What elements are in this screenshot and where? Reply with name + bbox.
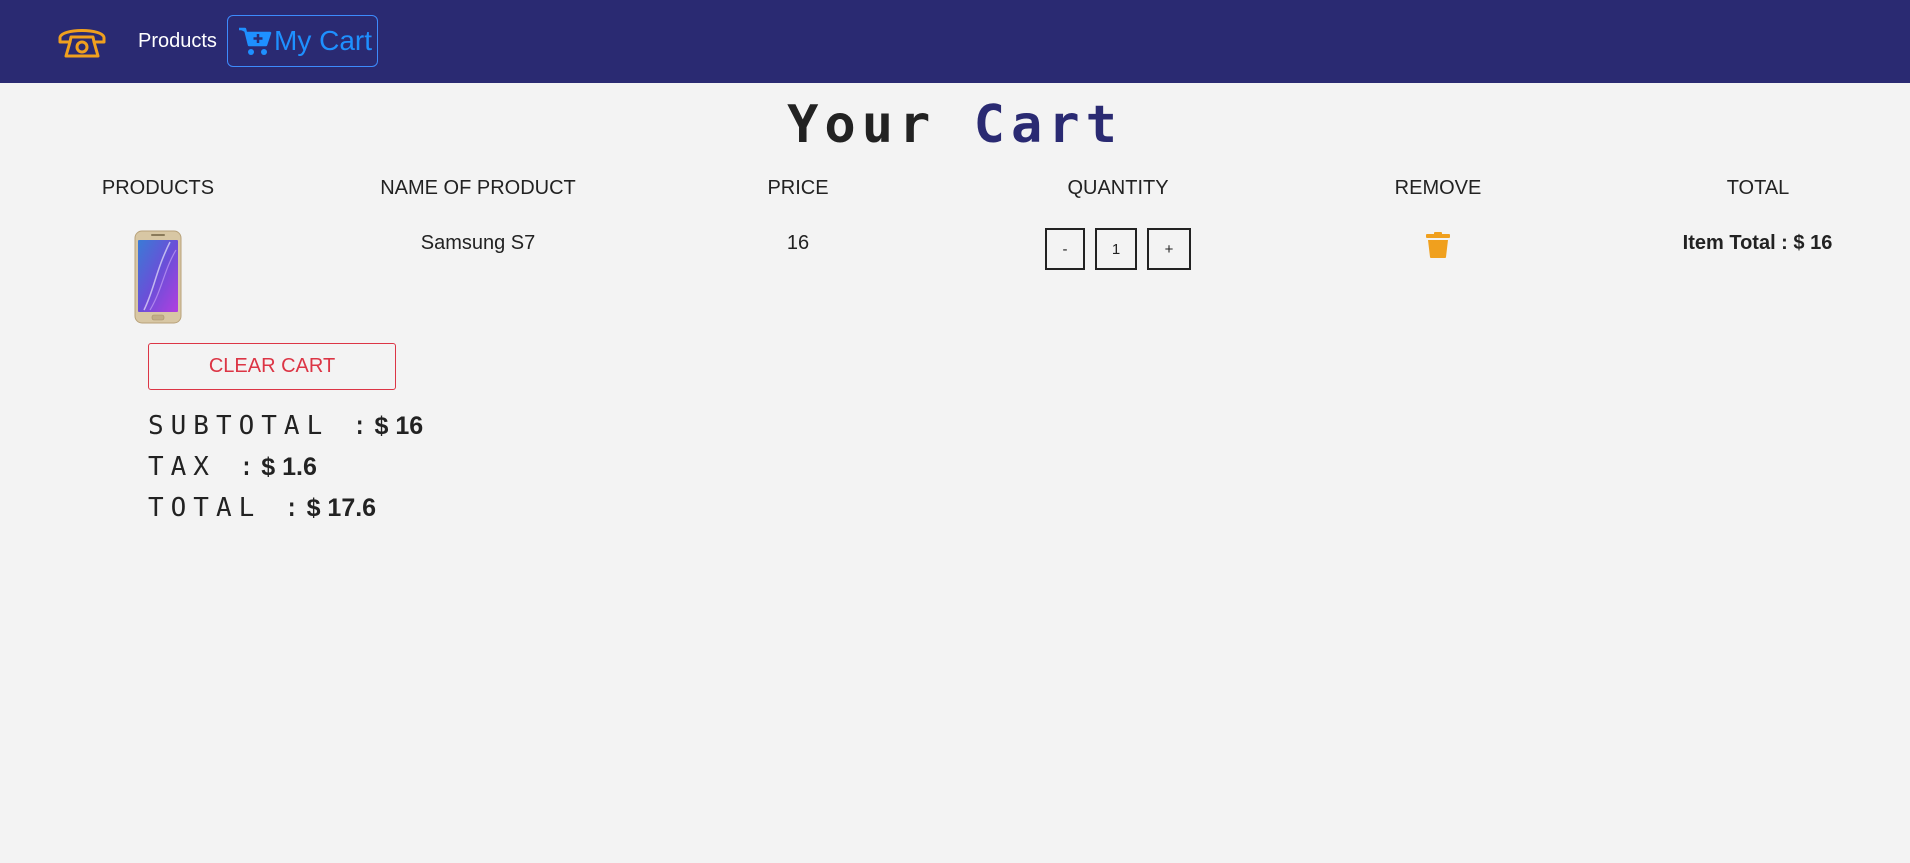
page-title-part1: Your [787, 95, 937, 155]
subtotal-line: SUBTOTAL :$ 16 [148, 410, 423, 441]
decrement-button[interactable]: - [1045, 228, 1085, 270]
quantity-value: 1 [1095, 228, 1137, 270]
total-value: $ 17.6 [306, 494, 377, 522]
product-price: 16 [786, 232, 810, 254]
my-cart-label: My Cart [274, 25, 372, 56]
phone-icon[interactable] [56, 22, 108, 60]
column-header-price: PRICE [767, 177, 829, 199]
column-header-remove: REMOVE [1394, 177, 1482, 199]
page-title-part2: Cart [973, 95, 1123, 155]
clear-cart-button[interactable]: CLEAR CART [148, 343, 396, 390]
trash-icon[interactable] [1426, 232, 1450, 258]
tax-line: TAX :$ 1.6 [148, 451, 317, 482]
column-header-products: PRODUCTS [101, 177, 215, 199]
column-header-name: NAME OF PRODUCT [380, 177, 576, 199]
samsung-phone-image [134, 230, 182, 324]
column-header-quantity: QUANTITY [1067, 177, 1169, 199]
tax-value: $ 1.6 [261, 453, 317, 481]
total-line: TOTAL :$ 17.6 [148, 492, 376, 523]
tax-label: TAX : [148, 452, 262, 482]
product-name: Samsung S7 [420, 232, 536, 254]
item-total: Item Total : $ 16 [1682, 232, 1833, 254]
cart-plus-icon [239, 27, 272, 55]
subtotal-value: $ 16 [374, 412, 424, 440]
my-cart-button[interactable]: My Cart [227, 15, 378, 67]
page-title: Your Cart [0, 95, 1910, 155]
column-header-total: TOTAL [1726, 177, 1790, 199]
subtotal-label: SUBTOTAL : [148, 411, 375, 441]
nav-products-link[interactable]: Products [138, 30, 217, 53]
total-label: TOTAL : [148, 493, 307, 523]
navbar: Products My Cart [0, 0, 1910, 83]
increment-button[interactable]: + [1147, 228, 1191, 270]
